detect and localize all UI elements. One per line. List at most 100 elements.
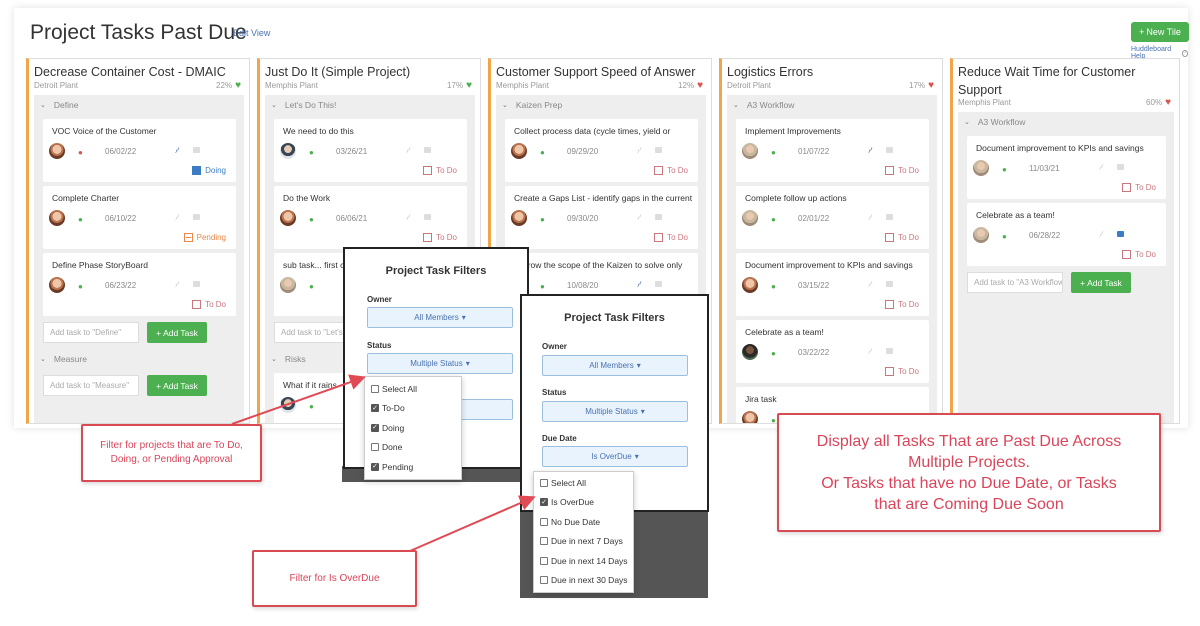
task-status-toggle[interactable]: To Do <box>885 233 919 242</box>
task-card[interactable]: Complete Charter ● 06/10/22 ⌇ Pending <box>43 186 236 249</box>
owner-dropdown[interactable]: All Members ▾ <box>367 307 513 328</box>
task-card[interactable]: Document improvement to KPIs and savings… <box>967 136 1166 199</box>
task-card[interactable]: Celebrate as a team! ● 06/28/22 ⌇ To Do <box>967 203 1166 266</box>
filter-option[interactable]: Due in next 30 Days <box>534 571 633 591</box>
checkbox-unchecked-icon[interactable] <box>371 443 379 452</box>
task-card[interactable]: VOC Voice of the Customer ● 06/02/22 ⌇ Doing <box>43 119 236 182</box>
task-status-toggle[interactable]: To Do <box>192 300 226 309</box>
group-header[interactable]: ⌄ A3 Workflow <box>727 95 937 115</box>
comment-icon[interactable] <box>886 214 893 220</box>
task-status-toggle[interactable]: To Do <box>1122 250 1156 259</box>
comment-icon[interactable] <box>886 281 893 287</box>
task-status-toggle[interactable]: To Do <box>885 367 919 376</box>
checkbox-unchecked-icon[interactable] <box>540 517 548 526</box>
checkbox-unchecked-icon[interactable] <box>540 556 548 565</box>
checkbox-unchecked-icon[interactable] <box>540 537 548 546</box>
filter-option[interactable]: ✓ To-Do <box>365 399 461 419</box>
group-header[interactable]: ⌄ Let's Do This! <box>265 95 475 115</box>
task-status-toggle[interactable]: To Do <box>654 233 688 242</box>
group-header[interactable]: ⌄ Measure <box>34 349 244 369</box>
task-status-toggle[interactable]: To Do <box>423 166 457 175</box>
checkbox-checked-icon[interactable]: ✓ <box>371 423 379 432</box>
task-status-toggle[interactable]: To Do <box>885 166 919 175</box>
comment-icon[interactable] <box>655 214 662 220</box>
add-task-button[interactable]: +Add Task <box>147 375 207 396</box>
task-status-toggle[interactable]: Doing <box>192 166 226 175</box>
edit-view-link[interactable]: Edit View <box>233 28 270 38</box>
paperclip-icon[interactable]: ⌇ <box>1097 230 1106 239</box>
task-card[interactable]: Create a Gaps List - identify gaps in th… <box>505 186 698 249</box>
paperclip-icon[interactable]: ⌇ <box>173 280 182 289</box>
add-task-input[interactable]: Add task to "A3 Workflow" <box>967 272 1063 293</box>
paperclip-icon[interactable]: ⌇ <box>866 347 875 356</box>
comment-icon[interactable] <box>655 147 662 153</box>
group-header[interactable]: ⌄ Kaizen Prep <box>496 95 706 115</box>
task-card[interactable]: Collect process data (cycle times, yield… <box>505 119 698 182</box>
checkbox-checked-icon[interactable]: ✓ <box>540 498 548 507</box>
tile-title[interactable]: Logistics Errors <box>727 63 938 81</box>
paperclip-icon[interactable]: ⌇ <box>173 213 182 222</box>
paperclip-icon[interactable]: ⌇ <box>635 146 644 155</box>
comment-icon[interactable] <box>193 281 200 287</box>
task-status-toggle[interactable]: To Do <box>885 300 919 309</box>
paperclip-icon[interactable]: ⌇ <box>1097 163 1106 172</box>
comment-icon[interactable] <box>193 147 200 153</box>
owner-dropdown[interactable]: All Members ▾ <box>542 355 688 376</box>
filter-option[interactable]: Done <box>365 438 461 458</box>
group-header[interactable]: ⌄ Define <box>34 95 244 115</box>
filter-option[interactable]: ✓ Pending <box>365 457 461 477</box>
filter-option[interactable]: No Due Date <box>534 512 633 532</box>
checkbox-unchecked-icon[interactable] <box>540 478 548 487</box>
task-status-toggle[interactable]: To Do <box>654 166 688 175</box>
comment-icon[interactable] <box>1117 231 1124 237</box>
checkbox-checked-icon[interactable]: ✓ <box>371 404 379 413</box>
comment-icon[interactable] <box>193 214 200 220</box>
task-card[interactable]: Complete follow up actions ● 02/01/22 ⌇ To D… <box>736 186 929 249</box>
due-date-dropdown[interactable]: Is OverDue ▾ <box>542 446 688 467</box>
add-task-button[interactable]: +Add Task <box>1071 272 1131 293</box>
filter-option[interactable]: Due in next 14 Days <box>534 551 633 571</box>
status-dropdown[interactable]: Multiple Status ▾ <box>542 401 688 422</box>
paperclip-icon[interactable]: ⌇ <box>635 213 644 222</box>
filter-option[interactable]: Due in next 7 Days <box>534 532 633 552</box>
filter-option[interactable]: Select All <box>365 379 461 399</box>
new-tile-button[interactable]: + New Tile <box>1131 22 1189 42</box>
task-card[interactable]: Do the Work ● 06/06/21 ⌇ To Do <box>274 186 467 249</box>
comment-icon[interactable] <box>1117 164 1124 170</box>
comment-icon[interactable] <box>886 147 893 153</box>
checkbox-checked-icon[interactable]: ✓ <box>371 462 379 471</box>
checkbox-unchecked-icon[interactable] <box>540 576 548 585</box>
tile-title[interactable]: Reduce Wait Time for Customer Support <box>958 63 1175 99</box>
task-card[interactable]: Document improvement to KPIs and savings… <box>736 253 929 316</box>
comment-icon[interactable] <box>655 281 662 287</box>
filter-option[interactable]: ✓ Doing <box>365 418 461 438</box>
checkbox-unchecked-icon[interactable] <box>371 384 379 393</box>
filter-option[interactable]: Select All <box>534 473 633 493</box>
tile-title[interactable]: Just Do It (Simple Project) <box>265 63 476 81</box>
comment-icon[interactable] <box>424 214 431 220</box>
task-card[interactable]: Define Phase StoryBoard ● 06/23/22 ⌇ To Do <box>43 253 236 316</box>
tile-title[interactable]: Customer Support Speed of Answer <box>496 63 707 81</box>
task-card[interactable]: Implement Improvements ● 01/07/22 ⌇ To Do <box>736 119 929 182</box>
task-status-toggle[interactable]: To Do <box>1122 183 1156 192</box>
paperclip-icon[interactable]: ⌇ <box>404 213 413 222</box>
add-task-button[interactable]: +Add Task <box>147 322 207 343</box>
task-card[interactable]: We need to do this ● 03/26/21 ⌇ To Do <box>274 119 467 182</box>
group-header[interactable]: ⌄ A3 Workflow <box>958 112 1174 132</box>
task-status-toggle[interactable]: Pending <box>183 233 226 242</box>
task-status-toggle[interactable]: To Do <box>423 233 457 242</box>
add-task-input[interactable]: Add task to "Define" <box>43 322 139 343</box>
paperclip-icon[interactable]: ⌇ <box>866 280 875 289</box>
paperclip-icon[interactable]: ⌇ <box>866 213 875 222</box>
status-dropdown[interactable]: Multiple Status ▾ <box>367 353 513 374</box>
paperclip-icon[interactable]: ⌇ <box>404 146 413 155</box>
comment-icon[interactable] <box>424 147 431 153</box>
tile-title[interactable]: Decrease Container Cost - DMAIC <box>34 63 245 81</box>
filter-option[interactable]: ✓ Is OverDue <box>534 493 633 513</box>
add-task-input[interactable]: Add task to "Measure" <box>43 375 139 396</box>
task-card[interactable]: Celebrate as a team! ● 03/22/22 ⌇ To Do <box>736 320 929 383</box>
paperclip-icon[interactable]: ⌇ <box>173 146 182 155</box>
comment-icon[interactable] <box>886 348 893 354</box>
paperclip-icon[interactable]: ⌇ <box>866 146 875 155</box>
paperclip-icon[interactable]: ⌇ <box>635 280 644 289</box>
